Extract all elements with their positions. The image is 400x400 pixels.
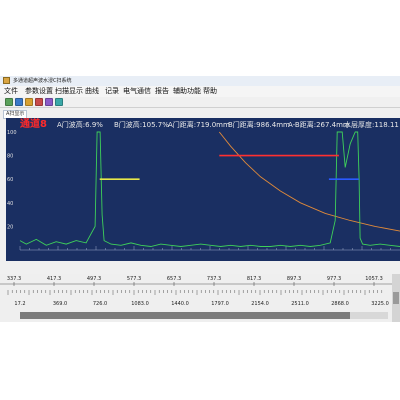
waveform-series (19, 131, 400, 247)
vertical-scrollbar-thumb[interactable] (393, 292, 399, 304)
ruler-scale: 337.3 417.3 497.3 577.3 657.3 737.3 817.3 897.3… (0, 276, 392, 307)
toolbar (0, 97, 400, 108)
open-icon[interactable] (5, 98, 13, 106)
x-tick-label: 657.3 (167, 276, 181, 282)
gate-a-distance: A门距离:719.0mm (168, 121, 230, 129)
window-title: 多通道超声波水浸C扫系统 (13, 78, 72, 84)
ruler-tick-label: 17.2 (14, 301, 25, 307)
menu-electrical[interactable]: 电气通信 (123, 86, 151, 97)
menu-file[interactable]: 文件 (4, 86, 18, 97)
settings-icon[interactable] (25, 98, 33, 106)
ruler-tick-label: 2868.0 (331, 301, 349, 307)
app-icon (3, 77, 10, 84)
ruler-tick-label: 726.0 (93, 301, 107, 307)
gate-a-amplitude: A门波高:6.9% (57, 121, 103, 129)
menu-aux[interactable]: 辅助功能 (173, 86, 201, 97)
ascan-chart: 10080604020 (7, 130, 400, 251)
x-tick-label: 977.3 (327, 276, 341, 282)
menu-curve[interactable]: 曲线 (85, 86, 99, 97)
y-tick-label: 80 (7, 154, 13, 160)
y-tick-label: 20 (7, 224, 13, 230)
x-tick-label: 817.3 (247, 276, 261, 282)
x-tick-label: 1057.3 (365, 276, 383, 282)
ab-distance: A-B距离:267.4mm (288, 121, 350, 129)
water-thickness: 水层厚度:118.11 (344, 121, 399, 129)
dac-curve (218, 131, 400, 232)
ruler-tick-label: 2154.0 (251, 301, 269, 307)
horizontal-scrollbar-thumb[interactable] (20, 312, 350, 319)
x-tick-label: 897.3 (287, 276, 301, 282)
x-tick-label: 337.3 (7, 276, 21, 282)
horizontal-scrollbar-track[interactable] (350, 312, 388, 319)
x-tick-label: 737.3 (207, 276, 221, 282)
x-tick-label: 497.3 (87, 276, 101, 282)
ruler-tick-label: 2511.0 (291, 301, 309, 307)
title-bar: 多通道超声波水浸C扫系统 (0, 76, 400, 86)
y-tick-label: 40 (7, 201, 13, 207)
menu-report[interactable]: 报告 (155, 86, 169, 97)
ruler-tick-label: 1797.0 (211, 301, 229, 307)
record-icon[interactable] (35, 98, 43, 106)
tab-strip: A扫显示 (0, 109, 400, 119)
ruler-tick-label: 1440.0 (171, 301, 189, 307)
save-icon[interactable] (15, 98, 23, 106)
x-tick-label: 577.3 (127, 276, 141, 282)
menu-help[interactable]: 帮助 (203, 86, 217, 97)
ruler-tick-label: 1083.0 (131, 301, 149, 307)
menu-scan-display[interactable]: 扫描显示 (55, 86, 83, 97)
gate-b-amplitude: B门波高:105.7% (114, 121, 169, 129)
ruler-tick-label: 3225.0 (371, 301, 389, 307)
app-window: 多通道超声波水浸C扫系统 文件 参数设置 扫描显示 曲线 记录 电气通信 报告 … (0, 76, 400, 322)
ascan-display: 100 80 60 40 20 通道8 A门波高:6.9% B门波高:105.7% A门… (6, 118, 400, 261)
menu-params[interactable]: 参数设置 (25, 86, 53, 97)
measurement-bar: 通道8 A门波高:6.9% B门波高:105.7% A门距离:719.0mm B… (6, 118, 400, 131)
report-icon[interactable] (45, 98, 53, 106)
x-tick-label: 417.3 (47, 276, 61, 282)
channel-label: 通道8 (20, 119, 47, 130)
ruler-tick-label: 369.0 (53, 301, 67, 307)
menu-record[interactable]: 记录 (105, 86, 119, 97)
y-tick-label: 60 (7, 177, 13, 183)
menu-bar: 文件 参数设置 扫描显示 曲线 记录 电气通信 报告 辅助功能 帮助 (0, 86, 400, 97)
gate-b-distance: B门距离:986.4mm (228, 121, 290, 129)
exit-icon[interactable] (55, 98, 63, 106)
